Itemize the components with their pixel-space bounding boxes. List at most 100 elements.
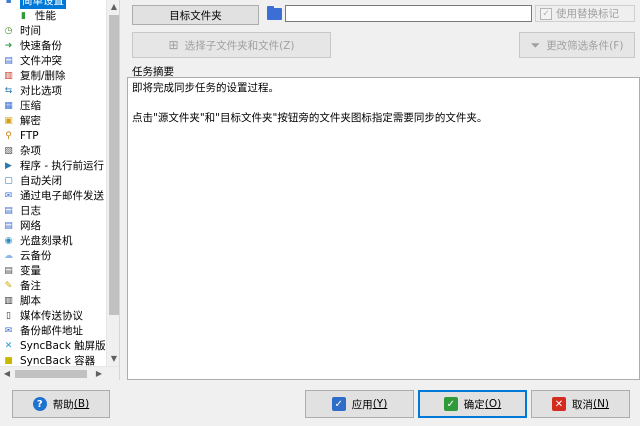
scroll-thumb-horizontal[interactable] (15, 370, 87, 378)
select-subfolders-label: 选择子文件夹和文件(Z) (184, 39, 295, 52)
sidebar-item[interactable]: ▧ 杂项 (0, 144, 106, 159)
sidebar-item-label: SyncBack 触屏版 (20, 340, 106, 352)
sidebar-item[interactable]: ▪ 简单设置 (0, 0, 106, 9)
file-conflict-icon: ▤ (4, 56, 13, 66)
cancel-label: 取消 (571, 398, 593, 411)
sidebar-item-label: 解密 (20, 115, 41, 127)
copy-delete-icon: ▥ (4, 71, 13, 81)
sidebar-item-label: 备注 (20, 280, 41, 292)
select-subfolders-button[interactable]: ⊞ 选择子文件夹和文件(Z) (132, 32, 331, 58)
sidebar-item-label: FTP (20, 130, 39, 142)
sidebar-item-label: 性能 (35, 10, 56, 22)
sidebar-item[interactable]: ▣ 解密 (0, 114, 106, 129)
sidebar-item-label: 程序 - 执行前运行 (20, 160, 104, 172)
ftp-icon: ⚲ (5, 131, 12, 141)
sidebar-item[interactable]: ⚲ FTP (0, 129, 106, 144)
scroll-up-icon[interactable]: ▲ (107, 0, 119, 14)
replace-marker-label: 使用替换标记 (556, 8, 619, 20)
filter-icon: ⏷ (530, 37, 541, 52)
sidebar-item[interactable]: ▥ 脚本 (0, 294, 106, 309)
tree-horizontal-scrollbar[interactable]: ◀ ▶ (0, 366, 119, 380)
destination-folder-button[interactable]: 目标文件夹 (132, 5, 259, 25)
sidebar-item-label: 日志 (20, 205, 41, 217)
script-icon: ▥ (4, 296, 13, 306)
apply-button[interactable]: ✓ 应用 (Y) (305, 390, 414, 418)
scroll-left-icon[interactable]: ◀ (0, 367, 14, 380)
change-filter-label: 更改筛选条件(F) (546, 39, 624, 52)
cancel-shortcut: (N) (592, 398, 610, 410)
fast-backup-icon: ➜ (4, 41, 13, 51)
sidebar-item[interactable]: ▶ 程序 - 执行前运行 (0, 159, 106, 174)
sidebar-item[interactable]: ▤ 网络 (0, 219, 106, 234)
sidebar-item[interactable]: ◷ 时间 (0, 24, 106, 39)
sidebar-item-label: 通过电子邮件发送 (20, 190, 104, 202)
sidebar-item-label: 复制/删除 (20, 70, 66, 82)
sidebar-item-label: 自动关闭 (20, 175, 62, 187)
compress-icon: ▦ (4, 101, 13, 111)
destination-folder-label: 目标文件夹 (169, 9, 222, 22)
destination-path-input[interactable] (285, 5, 532, 22)
scroll-down-icon[interactable]: ▼ (107, 352, 119, 366)
help-shortcut: (B) (73, 398, 90, 410)
misc-icon: ▧ (4, 146, 13, 156)
sidebar-item[interactable]: ⇆ 对比选项 (0, 84, 106, 99)
apply-icon: ✓ (331, 397, 346, 411)
sidebar-item[interactable]: ▤ 变量 (0, 264, 106, 279)
sidebar-item-label: 变量 (20, 265, 41, 277)
cancel-button[interactable]: ✕ 取消 (N) (531, 390, 630, 418)
time-icon: ◷ (4, 26, 13, 36)
sidebar-item[interactable]: ➜ 快速备份 (0, 39, 106, 54)
subfolder-tree-icon: ⊞ (168, 38, 179, 52)
sidebar-item-label: 光盘刻录机 (20, 235, 73, 247)
settings-icon: ▪ (5, 0, 12, 6)
cloud-backup-icon: ☁ (4, 251, 13, 261)
help-label: 帮助 (52, 398, 74, 411)
variables-icon: ▤ (4, 266, 13, 276)
sidebar-item-label: 杂项 (20, 145, 41, 157)
sidebar-item[interactable]: ✎ 备注 (0, 279, 106, 294)
ok-icon: ✓ (443, 397, 458, 411)
help-button[interactable]: ? 帮助 (B) (12, 390, 110, 418)
log-icon: ▤ (4, 206, 13, 216)
settings-tree-items: ▪ 简单设置 ▮ 性能 ◷ 时间 ➜ 快速备份 ▤ 文件冲突 ▥ 复制/删除 ⇆ 对比选项 ▦ 压缩 ▣ 解密 ⚲ F… (0, 0, 106, 369)
settings-tree[interactable]: ▪ 简单设置 ▮ 性能 ◷ 时间 ➜ 快速备份 ▤ 文件冲突 ▥ 复制/删除 ⇆ 对比选项 ▦ 压缩 ▣ 解密 ⚲ F… (0, 0, 120, 380)
sidebar-item-label: 压缩 (20, 100, 41, 112)
touch-icon: ✕ (4, 341, 13, 351)
disc-burner-icon: ◉ (4, 236, 13, 246)
sidebar-item[interactable]: ▥ 复制/删除 (0, 69, 106, 84)
use-replace-marker-checkbox[interactable]: ✓ 使用替换标记 (535, 5, 635, 22)
change-filter-button[interactable]: ⏷ 更改筛选条件(F) (519, 32, 635, 58)
sidebar-item[interactable]: ✕ SyncBack 触屏版 (0, 339, 106, 354)
sidebar-item[interactable]: ☁ 云备份 (0, 249, 106, 264)
sidebar-item-label: 时间 (20, 25, 41, 37)
tree-vertical-scrollbar[interactable]: ▲ ▼ (106, 0, 119, 366)
scroll-thumb[interactable] (109, 15, 119, 315)
check-icon: ✓ (540, 7, 552, 20)
sidebar-item[interactable]: ◉ 光盘刻录机 (0, 234, 106, 249)
sidebar-item-label: 媒体传送协议 (20, 310, 83, 322)
sidebar-item-label: 脚本 (20, 295, 41, 307)
sidebar-item[interactable]: ▤ 文件冲突 (0, 54, 106, 69)
ok-shortcut: (O) (484, 398, 502, 410)
sidebar-item[interactable]: ▤ 日志 (0, 204, 106, 219)
network-icon: ▤ (4, 221, 13, 231)
sidebar-item-label: 备份邮件地址 (20, 325, 83, 337)
ok-button[interactable]: ✓ 确定 (O) (418, 390, 527, 418)
sidebar-item[interactable]: ▯ 媒体传送协议 (0, 309, 106, 324)
sidebar-item[interactable]: ▮ 性能 (0, 9, 106, 24)
ok-label: 确定 (463, 398, 485, 411)
sidebar-item[interactable]: ▦ 压缩 (0, 99, 106, 114)
sidebar-item[interactable]: ✉ 备份邮件地址 (0, 324, 106, 339)
apply-shortcut: (Y) (372, 398, 388, 410)
task-summary-box: 即将完成同步任务的设置过程。 点击"源文件夹"和"目标文件夹"按钮旁的文件夹图标… (127, 77, 640, 380)
sidebar-item[interactable]: ✉ 通过电子邮件发送 (0, 189, 106, 204)
media-transfer-icon: ▯ (6, 311, 11, 321)
scroll-right-icon[interactable]: ▶ (92, 367, 106, 380)
sidebar-item[interactable]: ▢ 自动关闭 (0, 174, 106, 189)
program-run-icon: ▶ (5, 161, 12, 171)
sidebar-item-label: 云备份 (20, 250, 52, 262)
sidebar-item-label: 文件冲突 (20, 55, 62, 67)
sidebar-item-label: 简单设置 (20, 0, 66, 9)
notes-icon: ✎ (4, 281, 13, 291)
folder-icon[interactable] (267, 6, 282, 20)
